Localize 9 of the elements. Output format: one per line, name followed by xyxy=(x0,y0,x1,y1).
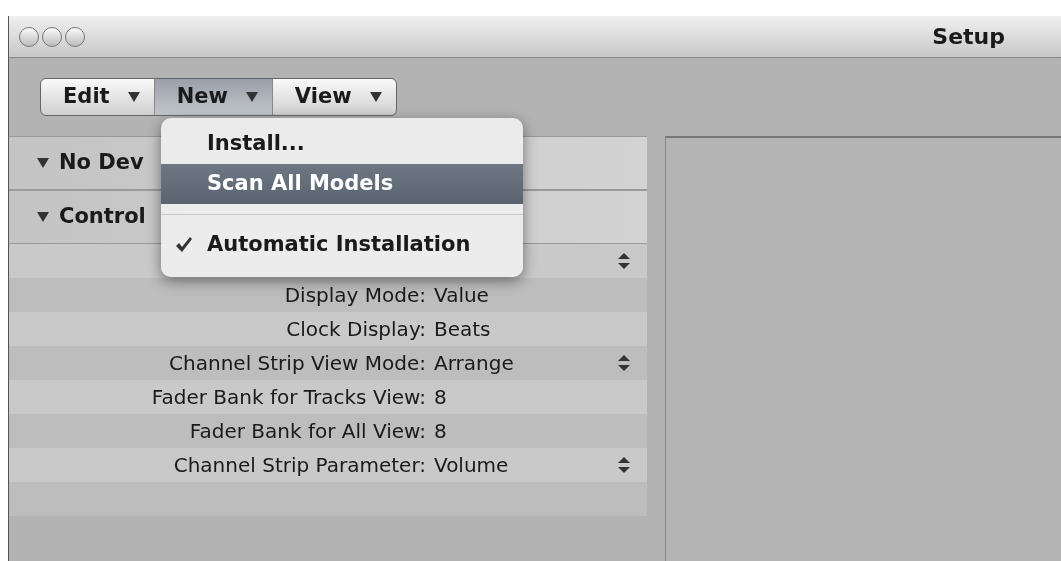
window-title: Setup xyxy=(932,23,1005,51)
setting-label: Channel Strip View Mode: xyxy=(169,351,426,375)
setting-label: Fader Bank for Tracks View: xyxy=(151,385,426,409)
setting-label: Channel Strip Parameter: xyxy=(173,453,426,477)
setting-label: Fader Bank for All View: xyxy=(189,419,426,443)
section-title: No Dev xyxy=(59,149,144,177)
setting-label: Clock Display: xyxy=(286,317,426,341)
section-title: Control xyxy=(59,203,146,231)
setting-label: Display Mode: xyxy=(284,283,426,307)
